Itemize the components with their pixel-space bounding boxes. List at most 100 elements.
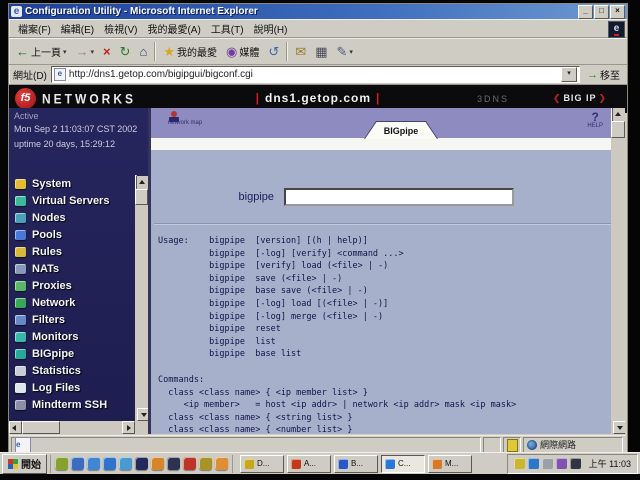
tray-network-icon[interactable] <box>541 458 553 469</box>
scrollbar-thumb[interactable] <box>22 421 60 434</box>
quicklaunch-ie-icon[interactable] <box>71 457 84 470</box>
close-button[interactable]: × <box>610 4 625 19</box>
scroll-right-button[interactable] <box>122 421 135 434</box>
bigpipe-command-input[interactable] <box>284 188 514 206</box>
sidebar-item-statistics[interactable]: Statistics <box>15 363 134 379</box>
maximize-button[interactable]: □ <box>594 4 609 19</box>
sidebar-item-nodes[interactable]: Nodes <box>15 210 134 226</box>
quicklaunch-tools-icon[interactable] <box>199 457 212 470</box>
help-button[interactable]: ? HELP <box>587 111 603 129</box>
scroll-down-button[interactable] <box>137 408 148 421</box>
quicklaunch-winamp-icon[interactable] <box>215 457 228 470</box>
forward-button[interactable]: → ▾ <box>72 40 99 63</box>
taskbar-button-b[interactable]: B... <box>334 454 378 473</box>
quicklaunch-player-icon[interactable] <box>167 457 180 470</box>
status-uptime: uptime 20 days, 15:29:12 <box>14 139 116 149</box>
menu-item-h[interactable]: 說明(H) <box>249 24 293 37</box>
content-vertical-scrollbar[interactable] <box>611 108 625 434</box>
taskbar-button-c[interactable]: C... <box>381 454 425 473</box>
favorites-button[interactable]: ★ 我的最愛 <box>159 40 221 63</box>
taskbar-button-d[interactable]: D... <box>240 454 284 473</box>
mail-button[interactable]: ✉ <box>291 40 310 63</box>
toolbar: ← 上一頁 ▾ → ▾ × ↻ ⌂ ★ 我的最愛 ◉ 媒體 ↺ ✉ ▦ ✎ ▾ <box>9 38 627 65</box>
menu-item-a[interactable]: 我的最愛(A) <box>142 24 205 37</box>
scroll-down-button[interactable] <box>613 421 625 434</box>
menu-item-f[interactable]: 檔案(F) <box>13 24 56 37</box>
edit-button[interactable]: ✎ ▾ <box>333 40 357 63</box>
history-button[interactable]: ↺ <box>264 40 283 63</box>
sidebar-item-proxies[interactable]: Proxies <box>15 278 134 294</box>
3dns-label: 3DNS <box>476 94 509 104</box>
content-divider <box>154 223 625 225</box>
refresh-button[interactable]: ↻ <box>116 40 135 63</box>
sidebar-item-rules[interactable]: Rules <box>15 244 134 260</box>
scrollbar-thumb[interactable] <box>611 121 625 138</box>
sidebar-item-network[interactable]: Network <box>15 295 134 311</box>
sidebar-item-monitors[interactable]: Monitors <box>15 329 134 345</box>
taskbar-clock[interactable]: 上午 11:03 <box>589 457 631 470</box>
stop-button[interactable]: × <box>99 40 115 63</box>
taskbar-button-m[interactable]: M... <box>428 454 472 473</box>
sidebar-item-label: Rules <box>32 246 62 258</box>
address-input[interactable] <box>68 69 558 80</box>
minimize-button[interactable]: _ <box>578 4 593 19</box>
quicklaunch-outlook-icon[interactable] <box>87 457 100 470</box>
tray-volume-icon[interactable] <box>513 458 525 469</box>
menu-item-e[interactable]: 編輯(E) <box>56 24 99 37</box>
menu-item-v[interactable]: 檢視(V) <box>99 24 142 37</box>
sidebar-item-mindterm-ssh[interactable]: Mindterm SSH <box>15 397 134 413</box>
status-panel <box>483 436 501 453</box>
start-button[interactable]: 開始 <box>2 453 47 474</box>
tray-display-icon[interactable] <box>527 458 539 469</box>
sidebar-item-nats[interactable]: NATs <box>15 261 134 277</box>
back-dropdown-icon[interactable]: ▾ <box>63 48 67 56</box>
network-map-button[interactable]: network map <box>165 111 205 129</box>
quicklaunch-search-icon[interactable] <box>119 457 132 470</box>
internet-zone-label: 網際網路 <box>540 440 577 450</box>
bigpipe-field-label: bigpipe <box>238 191 274 203</box>
sidebar-item-virtual-servers[interactable]: Virtual Servers <box>15 193 134 209</box>
bigpipe-commands-text: Commands: class <class name> { <ip membe… <box>158 374 517 434</box>
sidebar-item-label: Nodes <box>32 212 66 224</box>
sidebar-item-bigpipe[interactable]: BIGpipe <box>15 346 134 362</box>
filters-icon <box>15 315 26 325</box>
go-button[interactable]: → 移至 <box>584 67 623 83</box>
scroll-left-button[interactable] <box>9 421 22 434</box>
address-dropdown-icon[interactable]: ▾ <box>561 67 577 82</box>
sidebar-item-system[interactable]: System <box>15 176 134 192</box>
quicklaunch-browser-icon[interactable] <box>103 457 116 470</box>
taskbar-button-a[interactable]: A... <box>287 454 331 473</box>
bigpipe-tab[interactable]: BIGpipe <box>364 121 438 139</box>
tray-antivirus-icon[interactable] <box>555 458 567 469</box>
toolbar-separator <box>286 42 289 61</box>
sidebar-item-filters[interactable]: Filters <box>15 312 134 328</box>
forward-dropdown-icon[interactable]: ▾ <box>91 48 95 56</box>
sidebar-item-log-files[interactable]: Log Files <box>15 380 134 396</box>
task-window-icon <box>244 458 254 469</box>
back-button[interactable]: ← 上一頁 ▾ <box>12 40 71 63</box>
task-window-icon <box>291 458 301 469</box>
hostname-display: | dns1.getop.com | <box>9 91 627 105</box>
status-doc-icon <box>506 438 518 452</box>
sidebar-horizontal-scrollbar[interactable] <box>9 421 135 434</box>
sidebar-vertical-scrollbar[interactable] <box>135 175 148 421</box>
edit-dropdown-icon[interactable]: ▾ <box>349 48 353 56</box>
media-button[interactable]: ◉ 媒體 <box>222 40 263 63</box>
quicklaunch-console-icon[interactable] <box>135 457 148 470</box>
quicklaunch-realplayer-icon[interactable] <box>183 457 196 470</box>
status-datetime: Mon Sep 2 11:03:07 CST 2002 <box>14 124 138 134</box>
window-title: Configuration Utility - Microsoft Intern… <box>25 6 258 17</box>
tray-cube-icon[interactable] <box>569 458 581 469</box>
sidebar-item-pools[interactable]: Pools <box>15 227 134 243</box>
scrollbar-thumb[interactable] <box>135 189 148 205</box>
quicklaunch-desktop-icon[interactable] <box>55 457 68 470</box>
print-button[interactable]: ▦ <box>311 40 331 63</box>
title-bar[interactable]: e Configuration Utility - Microsoft Inte… <box>9 4 627 19</box>
scroll-left-icon <box>12 425 16 431</box>
back-label: 上一頁 <box>31 48 61 59</box>
home-button[interactable]: ⌂ <box>136 40 152 63</box>
toolbar-separator <box>154 42 157 61</box>
menu-item-t[interactable]: 工具(T) <box>206 24 249 37</box>
quicklaunch-mail-icon[interactable] <box>151 457 164 470</box>
sidebar-item-label: Filters <box>32 314 66 326</box>
